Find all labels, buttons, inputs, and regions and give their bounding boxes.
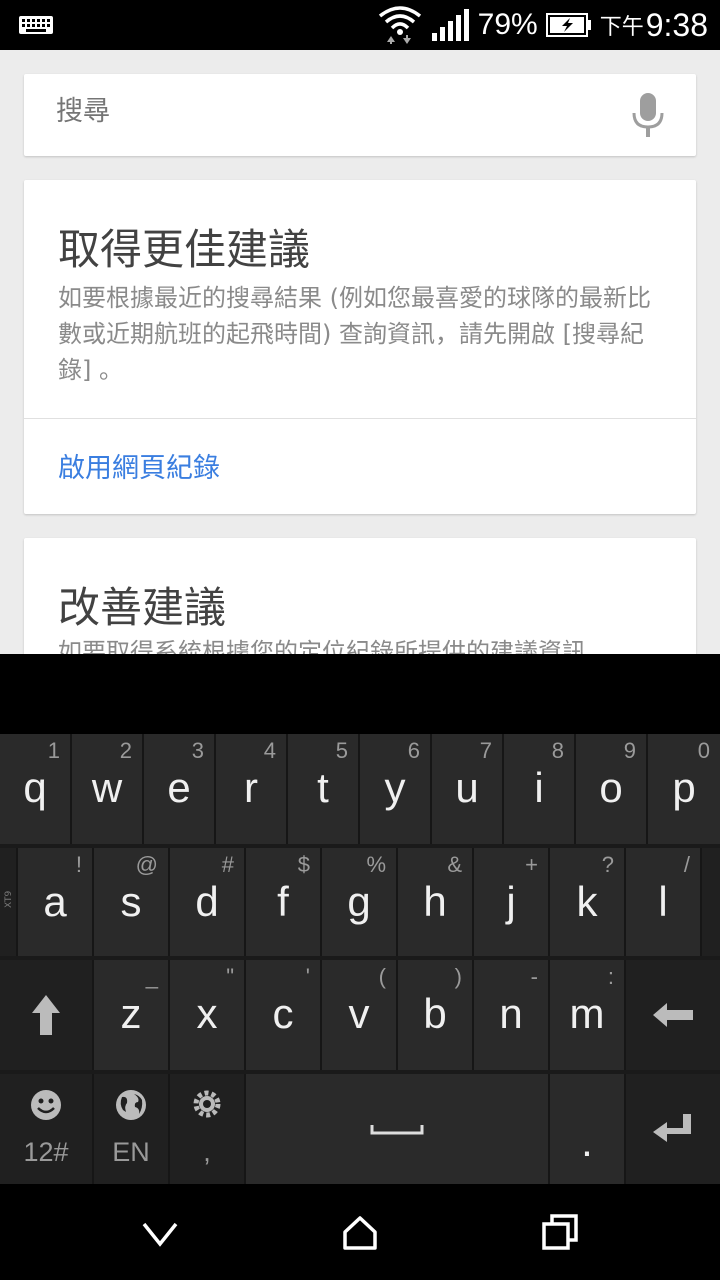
key-v[interactable]: (v	[322, 960, 398, 1070]
smiley-icon	[31, 1090, 61, 1120]
key-p[interactable]: 0p	[648, 734, 720, 844]
key-o[interactable]: 9o	[576, 734, 648, 844]
google-now-screen: 取得更佳建議 如要根據最近的搜尋結果 (例如您最喜愛的球隊的最新比數或近期航班的…	[0, 50, 720, 654]
key-r[interactable]: 4r	[216, 734, 288, 844]
key-b[interactable]: ) b	[398, 960, 474, 1070]
key-m[interactable]: :m	[550, 960, 626, 1070]
gear-icon	[193, 1090, 221, 1118]
navigation-bar	[0, 1184, 720, 1280]
key-x[interactable]: " x	[170, 960, 246, 1070]
space-bar-icon	[370, 1125, 424, 1135]
key-u[interactable]: 7u	[432, 734, 504, 844]
status-bar: 79% 下午 9:38	[0, 0, 720, 50]
key-w[interactable]: 2w	[72, 734, 144, 844]
key-l[interactable]: / l	[626, 848, 702, 956]
mic-icon[interactable]	[630, 91, 666, 139]
key-s[interactable]: @ s	[94, 848, 170, 956]
card-body: 如要取得系統根據您的定位紀錄所提供的建議資訊	[58, 638, 586, 654]
language-key[interactable]: EN	[94, 1074, 170, 1184]
key-z[interactable]: _ z	[94, 960, 170, 1070]
backspace-key[interactable]	[626, 960, 720, 1070]
key-f[interactable]: $ f	[246, 848, 322, 956]
key-g[interactable]: % g	[322, 848, 398, 956]
suggestion-card: 取得更佳建議 如要根據最近的搜尋結果 (例如您最喜愛的球隊的最新比數或近期航班的…	[24, 180, 696, 514]
home-icon[interactable]	[340, 1212, 380, 1252]
search-input[interactable]	[56, 96, 596, 127]
keyboard: 1q 2w 3e 4r 5t 6y 7u 8i 9o 0p XT9 ! a @ s …	[0, 734, 720, 1184]
enter-arrow-icon	[653, 1114, 691, 1142]
key-row-3: _ z " x ' c (v ) b -n :m	[0, 960, 720, 1070]
key-row-2: XT9 ! a @ s # d $ f % g & h + j ? k / l	[0, 848, 720, 956]
signal-icon	[431, 9, 469, 41]
settings-comma-key[interactable]: ,	[170, 1074, 246, 1184]
enter-key[interactable]	[626, 1074, 720, 1184]
card-title: 取得更佳建議	[58, 225, 311, 274]
card-title: 改善建議	[58, 583, 227, 632]
key-e[interactable]: 3e	[144, 734, 216, 844]
card-body: 如要根據最近的搜尋結果 (例如您最喜愛的球隊的最新比數或近期航班的起飛時間) 查…	[58, 284, 651, 384]
key-row-1: 1q 2w 3e 4r 5t 6y 7u 8i 9o 0p	[0, 734, 720, 844]
key-d[interactable]: # d	[170, 848, 246, 956]
wifi-icon	[378, 6, 421, 44]
shift-arrow-icon	[32, 995, 60, 1035]
key-k[interactable]: ? k	[550, 848, 626, 956]
keyboard-icon	[19, 16, 53, 34]
space-key[interactable]	[246, 1074, 550, 1184]
key-j[interactable]: + j	[474, 848, 550, 956]
improve-suggestions-card: 改善建議 如要取得系統根據您的定位紀錄所提供的建議資訊	[24, 538, 696, 654]
recent-apps-icon[interactable]	[540, 1212, 580, 1252]
xt9-indicator: XT9	[0, 848, 18, 956]
shift-key[interactable]	[0, 960, 94, 1070]
key-t[interactable]: 5t	[288, 734, 360, 844]
search-bar[interactable]	[24, 74, 696, 156]
key-row-4: 12# EN , .	[0, 1074, 720, 1184]
back-chevron-icon[interactable]	[140, 1212, 180, 1252]
battery-charging-icon	[545, 13, 591, 37]
key-a[interactable]: ! a	[18, 848, 94, 956]
key-n[interactable]: -n	[474, 960, 550, 1070]
divider	[24, 418, 696, 419]
globe-icon	[116, 1090, 146, 1120]
key-c[interactable]: ' c	[246, 960, 322, 1070]
key-spacer	[702, 848, 720, 956]
key-i[interactable]: 8i	[504, 734, 576, 844]
battery-percent: 79%	[477, 8, 538, 41]
key-q[interactable]: 1q	[0, 734, 72, 844]
key-h[interactable]: & h	[398, 848, 474, 956]
enable-web-history-link[interactable]: 啟用網頁紀錄	[58, 446, 220, 485]
numbers-emoji-key[interactable]: 12#	[0, 1074, 94, 1184]
clock: 9:38	[645, 6, 708, 43]
key-y[interactable]: 6y	[360, 734, 432, 844]
period-key[interactable]: .	[550, 1074, 626, 1184]
am-pm-label: 下午	[599, 15, 644, 40]
keyboard-gap	[0, 654, 720, 734]
backspace-arrow-icon	[653, 1003, 693, 1027]
